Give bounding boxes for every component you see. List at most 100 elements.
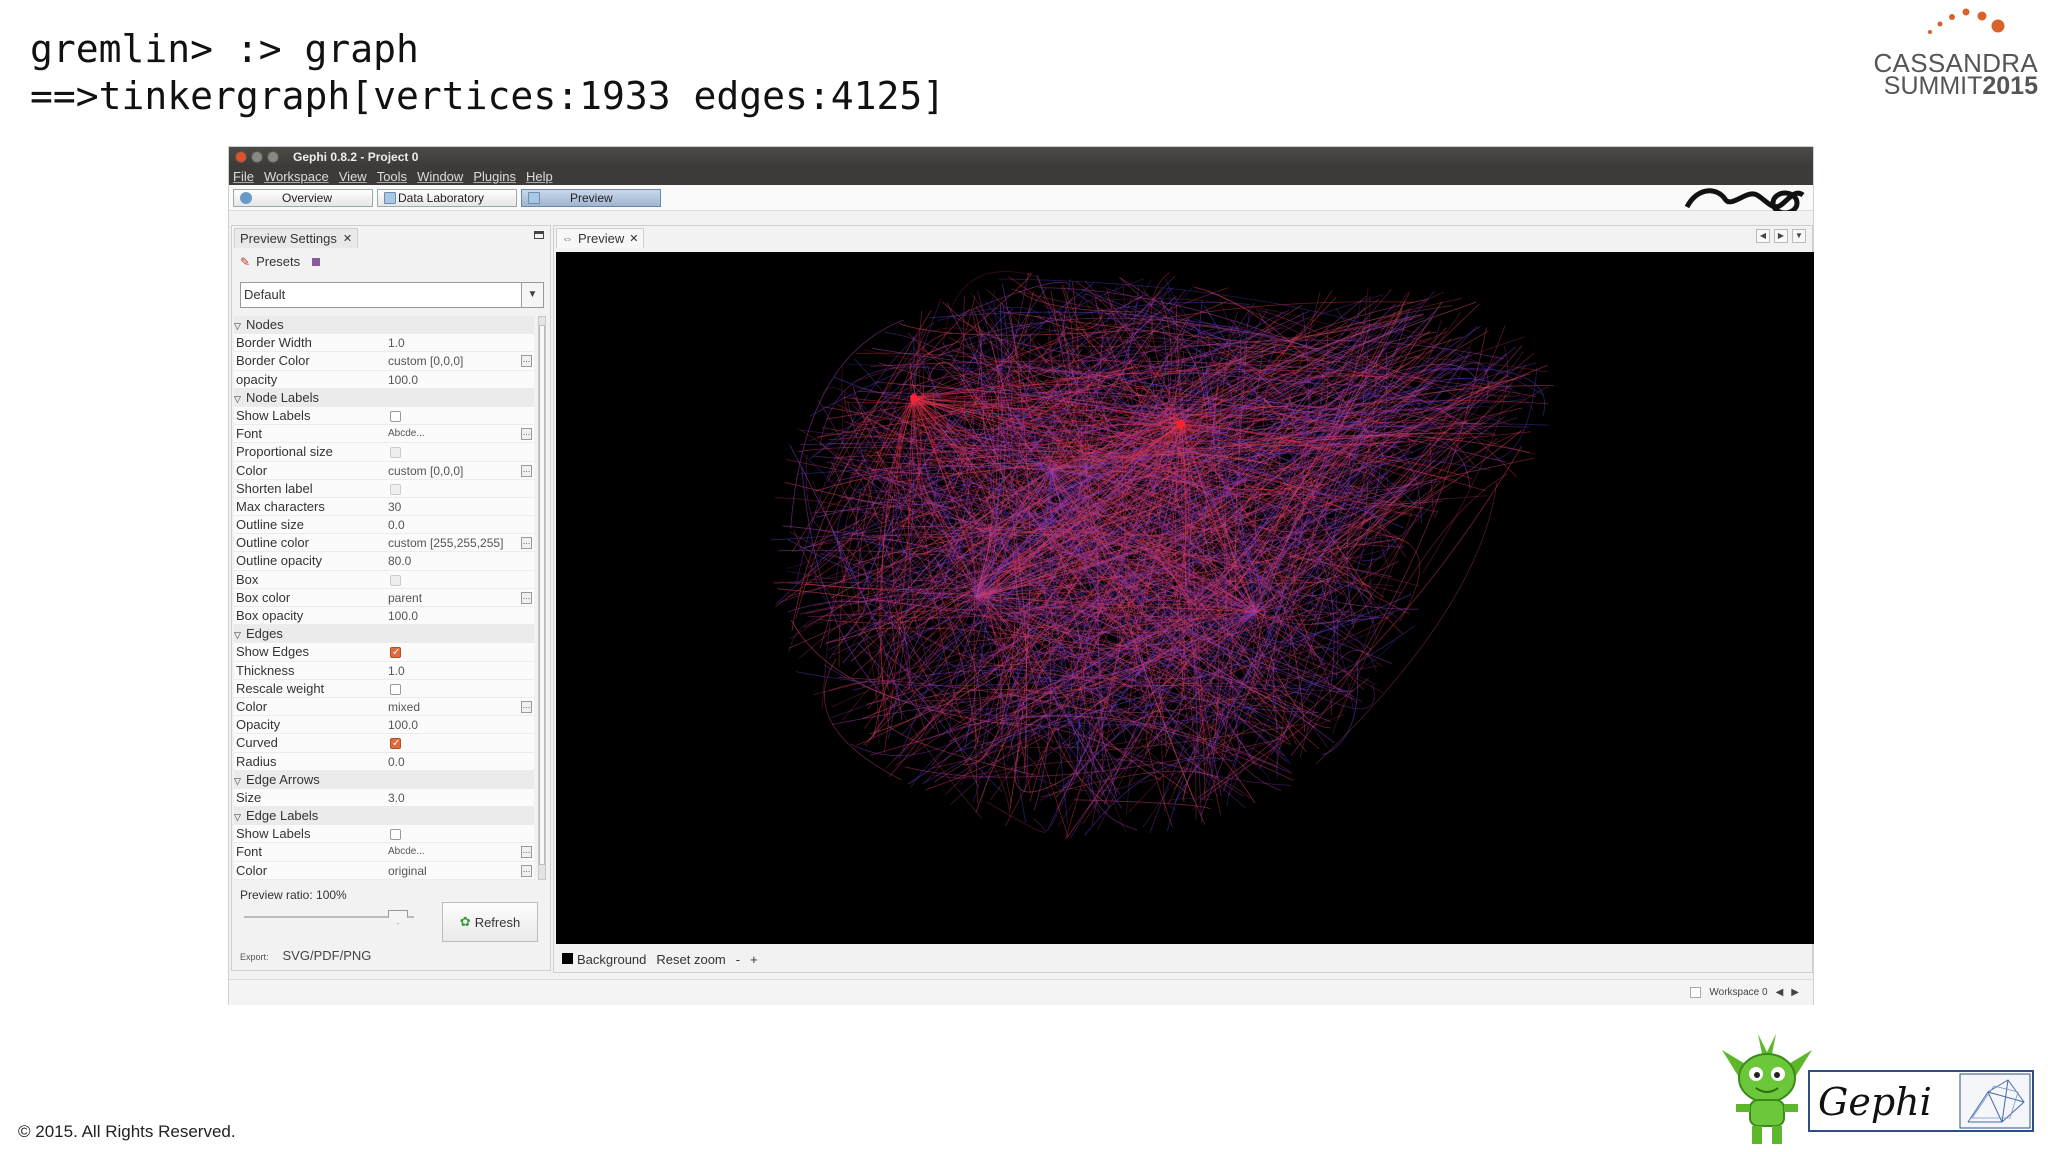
collapse-icon[interactable]: ▽ <box>234 394 241 404</box>
ellipsis-button[interactable]: … <box>521 846 532 859</box>
property-value[interactable]: 30 <box>388 498 518 516</box>
scroll-left-icon[interactable]: ◀ <box>1756 229 1770 243</box>
preview-ratio-slider[interactable] <box>244 910 414 924</box>
property-value[interactable]: custom [255,255,255] <box>388 534 518 552</box>
property-value[interactable]: mixed <box>388 698 518 716</box>
refresh-button[interactable]: ✿ Refresh <box>442 902 538 942</box>
menu-plugins[interactable]: Plugins <box>473 169 516 184</box>
property-value[interactable]: Abcde... <box>388 843 518 861</box>
slider-knob[interactable] <box>388 910 408 924</box>
preset-select[interactable]: Default ▼ <box>240 282 544 308</box>
property-row: Rescale weight <box>234 679 534 698</box>
export-formats-link[interactable]: SVG/PDF/PNG <box>283 948 372 963</box>
property-value[interactable]: original <box>388 862 518 880</box>
ellipsis-button[interactable]: … <box>521 700 532 713</box>
export-label: Export: <box>240 952 269 962</box>
ellipsis-button[interactable]: … <box>521 537 532 550</box>
property-category[interactable]: ▽ Node Labels <box>234 388 534 407</box>
property-value[interactable]: 100.0 <box>388 607 518 625</box>
chevron-down-icon[interactable]: ▼ <box>521 283 543 307</box>
property-checkbox[interactable] <box>390 683 401 695</box>
previous-workspace-icon[interactable]: ◀ <box>1776 987 1784 998</box>
property-name: Color <box>236 862 268 878</box>
reset-zoom-button[interactable]: Reset zoom <box>656 952 725 967</box>
property-value[interactable]: 3.0 <box>388 789 518 807</box>
refresh-label: Refresh <box>474 914 521 930</box>
zoom-in-button[interactable]: + <box>750 952 758 967</box>
close-icon[interactable]: ✕ <box>343 232 352 245</box>
menu-window[interactable]: Window <box>417 169 463 184</box>
menu-workspace[interactable]: Workspace <box>264 169 329 184</box>
property-value[interactable]: custom [0,0,0] <box>388 462 518 480</box>
property-value[interactable]: parent <box>388 589 518 607</box>
property-scrollbar[interactable] <box>538 316 546 880</box>
presets-row: ✎ Presets <box>240 254 321 269</box>
presets-label[interactable]: Presets <box>256 254 300 269</box>
property-name: Outline opacity <box>236 553 322 569</box>
property-category[interactable]: ▽ Edge Labels <box>234 807 534 826</box>
property-value[interactable]: 1.0 <box>388 662 518 680</box>
menu-help[interactable]: Help <box>526 169 553 184</box>
property-value[interactable]: custom [0,0,0] <box>388 352 518 370</box>
property-value[interactable]: 0.0 <box>388 753 518 771</box>
window-maximize-button[interactable] <box>267 151 279 163</box>
ellipsis-button[interactable]: … <box>521 464 532 477</box>
preview-settings-tab[interactable]: Preview Settings ✕ <box>234 228 359 248</box>
menu-tools[interactable]: Tools <box>377 169 407 184</box>
next-workspace-icon[interactable]: ▶ <box>1791 987 1799 998</box>
zoom-out-button[interactable]: - <box>736 952 740 967</box>
ellipsis-button[interactable]: … <box>521 355 532 368</box>
property-name: Outline color <box>236 535 309 551</box>
property-checkbox[interactable] <box>390 829 401 841</box>
property-checkbox[interactable] <box>390 644 401 663</box>
property-category[interactable]: ▽ Edge Arrows <box>234 770 534 789</box>
property-checkbox[interactable] <box>390 410 401 422</box>
console-line-2: ==>tinkergraph[vertices:1933 edges:4125] <box>30 74 946 118</box>
graph-edge <box>841 366 844 449</box>
property-checkbox[interactable] <box>390 574 401 586</box>
category-label: Node Labels <box>246 389 319 405</box>
ellipsis-button[interactable]: … <box>521 591 532 604</box>
property-checkbox[interactable] <box>390 483 401 495</box>
collapse-icon[interactable]: ▽ <box>234 776 241 786</box>
tab-preview[interactable]: Preview <box>521 189 661 207</box>
workspace-label[interactable]: Workspace 0 <box>1709 987 1767 998</box>
ellipsis-button[interactable]: … <box>521 428 532 441</box>
background-toggle[interactable]: Background <box>562 952 646 967</box>
collapse-icon[interactable]: ▽ <box>234 812 241 822</box>
property-value[interactable]: 0.0 <box>388 516 518 534</box>
property-checkbox[interactable] <box>390 735 401 754</box>
property-name: Shorten label <box>236 480 313 496</box>
ellipsis-button[interactable]: … <box>521 864 532 877</box>
preview-panel-tab[interactable]: ⇔ Preview ✕ <box>556 228 645 248</box>
property-value[interactable]: 80.0 <box>388 552 518 570</box>
window-minimize-button[interactable] <box>251 151 263 163</box>
panel-menu-icon[interactable]: ▼ <box>1792 229 1806 243</box>
property-row: opacity 100.0 <box>234 370 534 389</box>
scrollbar-thumb[interactable] <box>539 325 545 865</box>
property-value[interactable]: Abcde... <box>388 425 518 443</box>
collapse-icon[interactable]: ▽ <box>234 321 241 331</box>
save-preset-icon[interactable] <box>312 257 321 266</box>
property-name: Border Width <box>236 335 312 351</box>
scroll-right-icon[interactable]: ▶ <box>1774 229 1788 243</box>
close-icon[interactable]: ✕ <box>629 232 638 245</box>
window-close-button[interactable] <box>235 151 247 163</box>
property-name: Box <box>236 571 259 587</box>
minimize-panel-icon[interactable] <box>534 231 544 239</box>
gephi-network-icon <box>1959 1073 2031 1129</box>
property-value[interactable]: 100.0 <box>388 371 518 389</box>
property-category[interactable]: ▽ Edges <box>234 625 534 644</box>
property-checkbox[interactable] <box>390 447 401 459</box>
property-value[interactable]: 100.0 <box>388 716 518 734</box>
workspace-icon <box>1690 987 1702 998</box>
property-category[interactable]: ▽ Nodes <box>234 316 534 335</box>
tab-data-laboratory[interactable]: Data Laboratory <box>377 189 517 207</box>
collapse-icon[interactable]: ▽ <box>234 630 241 640</box>
property-value[interactable]: 1.0 <box>388 334 518 352</box>
window-title: Gephi 0.8.2 - Project 0 <box>293 150 419 164</box>
menu-view[interactable]: View <box>339 169 367 184</box>
tab-overview[interactable]: Overview <box>233 189 373 207</box>
menu-file[interactable]: File <box>233 169 254 184</box>
graph-preview-canvas[interactable] <box>556 252 1814 944</box>
